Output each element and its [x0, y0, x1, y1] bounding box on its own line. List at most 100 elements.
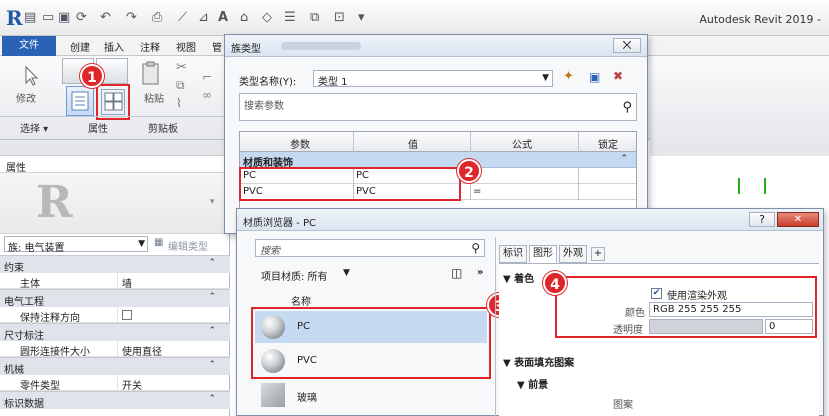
- close-button[interactable]: ✕: [777, 212, 819, 227]
- group-clipboard: 剪贴板: [148, 124, 178, 135]
- collapse-icon[interactable]: ⌃: [208, 258, 216, 268]
- home-icon[interactable]: ▤: [24, 10, 36, 25]
- group-row-materials[interactable]: 材质和装饰 ⌃: [240, 152, 636, 169]
- delete-type-icon[interactable]: ✖: [613, 69, 623, 83]
- callout-badge-2: 2: [457, 159, 481, 183]
- chevron-down-icon: ▼: [542, 73, 549, 83]
- name-column-header[interactable]: 名称: [291, 293, 311, 308]
- library-filter-bar: 项目材质: 所有 ▼ ◫ »: [255, 263, 491, 285]
- dialog-titlebar: 材质浏览器 - PC ? ✕: [237, 209, 823, 231]
- tab-manage[interactable]: 管: [212, 39, 222, 54]
- section-icon[interactable]: ◇: [262, 10, 272, 25]
- tab-annotate[interactable]: 注释: [140, 39, 160, 54]
- edit-type-icon[interactable]: ▦: [154, 237, 163, 248]
- collapse-icon[interactable]: ⌃: [208, 326, 216, 336]
- tab-file[interactable]: 文件: [2, 36, 56, 56]
- view-green-line: [738, 178, 740, 194]
- measure-icon[interactable]: ⟋: [178, 10, 187, 25]
- keep-annotation-checkbox[interactable]: [122, 310, 132, 320]
- type-name-select[interactable]: 类型 1 ▼: [313, 70, 553, 88]
- view-toggle-icon[interactable]: ◫: [451, 266, 462, 280]
- list-item[interactable]: PVC: [255, 345, 487, 377]
- tab-view[interactable]: 视图: [176, 39, 196, 54]
- add-tab-button[interactable]: +: [591, 247, 605, 261]
- surface-pattern-section[interactable]: ▼ 表面填充图案: [503, 354, 574, 369]
- search-parameters-input[interactable]: 搜索参数 ⚲: [239, 93, 637, 121]
- list-item[interactable]: PC: [255, 311, 487, 343]
- section-dimensions[interactable]: 尺寸标注 ⌃: [0, 323, 230, 342]
- dimension-icon[interactable]: ⊿: [198, 10, 209, 25]
- tab-create[interactable]: 创建: [70, 39, 90, 54]
- paste-icon[interactable]: [140, 60, 162, 86]
- shading-section[interactable]: ▼ 着色: [503, 270, 534, 285]
- redo-icon[interactable]: ↷: [126, 10, 137, 25]
- ribbon-divider: [0, 116, 240, 117]
- modify-cursor-icon[interactable]: [20, 64, 44, 88]
- type-selector[interactable]: 族: 电气装置 ▼: [4, 236, 148, 254]
- view-3d-icon[interactable]: ⌂: [240, 10, 248, 25]
- new-type-icon[interactable]: ✦: [563, 69, 574, 84]
- cut-icon[interactable]: ✂: [176, 60, 187, 75]
- project-materials-filter[interactable]: 项目材质: 所有: [261, 268, 328, 283]
- search-icon[interactable]: ⚲: [622, 100, 632, 115]
- col-lock[interactable]: 锁定: [598, 136, 618, 151]
- dialog-titlebar: 族类型 ⨉: [225, 35, 647, 57]
- help-button[interactable]: ?: [749, 212, 775, 227]
- tab-insert[interactable]: 插入: [104, 39, 124, 54]
- foreground-section[interactable]: ▼ 前景: [517, 376, 548, 391]
- section-identity[interactable]: 标识数据 ⌃: [0, 391, 230, 410]
- close-hidden-icon[interactable]: ⊡: [334, 10, 345, 25]
- collapse-icon[interactable]: ⌃: [208, 360, 216, 370]
- collapse-icon[interactable]: ⌃: [620, 154, 628, 164]
- collapse-icon[interactable]: ⌃: [208, 292, 216, 302]
- quick-access-toolbar: R ▤ ▭ ▣ ⟳ ↶ ↷ ⎙ ⟋ ⊿ A ⌂ ◇ ☰ ⧉ ⊡ ▾ Autode…: [0, 0, 829, 36]
- transparency-slider[interactable]: [649, 319, 763, 334]
- collapse-pane-icon[interactable]: »: [477, 267, 483, 278]
- col-formula[interactable]: 公式: [512, 136, 532, 151]
- save-icon[interactable]: ▣: [58, 10, 70, 25]
- col-value[interactable]: 值: [408, 136, 418, 151]
- group-select[interactable]: 选择 ▾: [20, 120, 48, 135]
- tab-identity[interactable]: 标识: [499, 245, 527, 263]
- type-dropdown-arrow-icon[interactable]: ▾: [210, 197, 215, 207]
- chevron-down-icon[interactable]: ▼: [343, 268, 350, 278]
- section-electrical[interactable]: 电气工程 ⌃: [0, 289, 230, 308]
- revit-logo-icon[interactable]: R: [6, 6, 23, 30]
- search-icon[interactable]: ⚲: [471, 241, 480, 255]
- thin-lines-icon[interactable]: ☰: [284, 10, 296, 25]
- match-icon[interactable]: ⌇: [176, 96, 182, 110]
- print-icon[interactable]: ⎙: [152, 10, 162, 25]
- text-icon[interactable]: A: [218, 10, 228, 25]
- type-selector-value: 族: 电气装置: [8, 243, 65, 254]
- tab-graphics[interactable]: 图形: [529, 245, 557, 263]
- chevron-down-icon: ▼: [138, 239, 145, 249]
- list-item[interactable]: 玻璃: [255, 381, 487, 411]
- customize-icon[interactable]: ▾: [358, 10, 365, 25]
- prop-row-keep-annotation: 保持注释方向: [0, 307, 230, 324]
- rename-type-icon[interactable]: ▣: [589, 70, 600, 84]
- material-search-input[interactable]: 搜索 ⚲: [255, 239, 485, 257]
- copy-icon[interactable]: ⧉: [176, 78, 185, 93]
- blurred-title: [281, 42, 361, 50]
- transparency-field[interactable]: 0: [765, 319, 813, 334]
- sync-icon[interactable]: ⟳: [76, 10, 87, 25]
- edit-type-button[interactable]: 编辑类型: [168, 238, 208, 253]
- glass-swatch-icon: [261, 383, 285, 407]
- color-field[interactable]: RGB 255 255 255: [649, 302, 813, 317]
- properties-button[interactable]: [66, 86, 94, 116]
- tab-appearance[interactable]: 外观: [559, 245, 587, 263]
- family-types-button[interactable]: [101, 89, 125, 115]
- join-icon[interactable]: ⌐: [202, 70, 212, 84]
- close-button[interactable]: ⨉: [613, 38, 641, 53]
- open-icon[interactable]: ▭: [42, 10, 54, 25]
- section-constraints[interactable]: 约束 ⌃: [0, 255, 230, 274]
- collapse-icon[interactable]: ⌃: [208, 394, 216, 404]
- section-mechanical[interactable]: 机械 ⌃: [0, 357, 230, 376]
- connect-icon[interactable]: ∞: [202, 88, 212, 102]
- undo-icon[interactable]: ↶: [100, 10, 111, 25]
- switch-windows-icon[interactable]: ⧉: [310, 10, 319, 25]
- type-preview: R ▾: [0, 172, 229, 234]
- panel-strip: [0, 140, 230, 156]
- render-appearance-checkbox[interactable]: ✔: [651, 288, 662, 299]
- col-parameter[interactable]: 参数: [290, 136, 310, 151]
